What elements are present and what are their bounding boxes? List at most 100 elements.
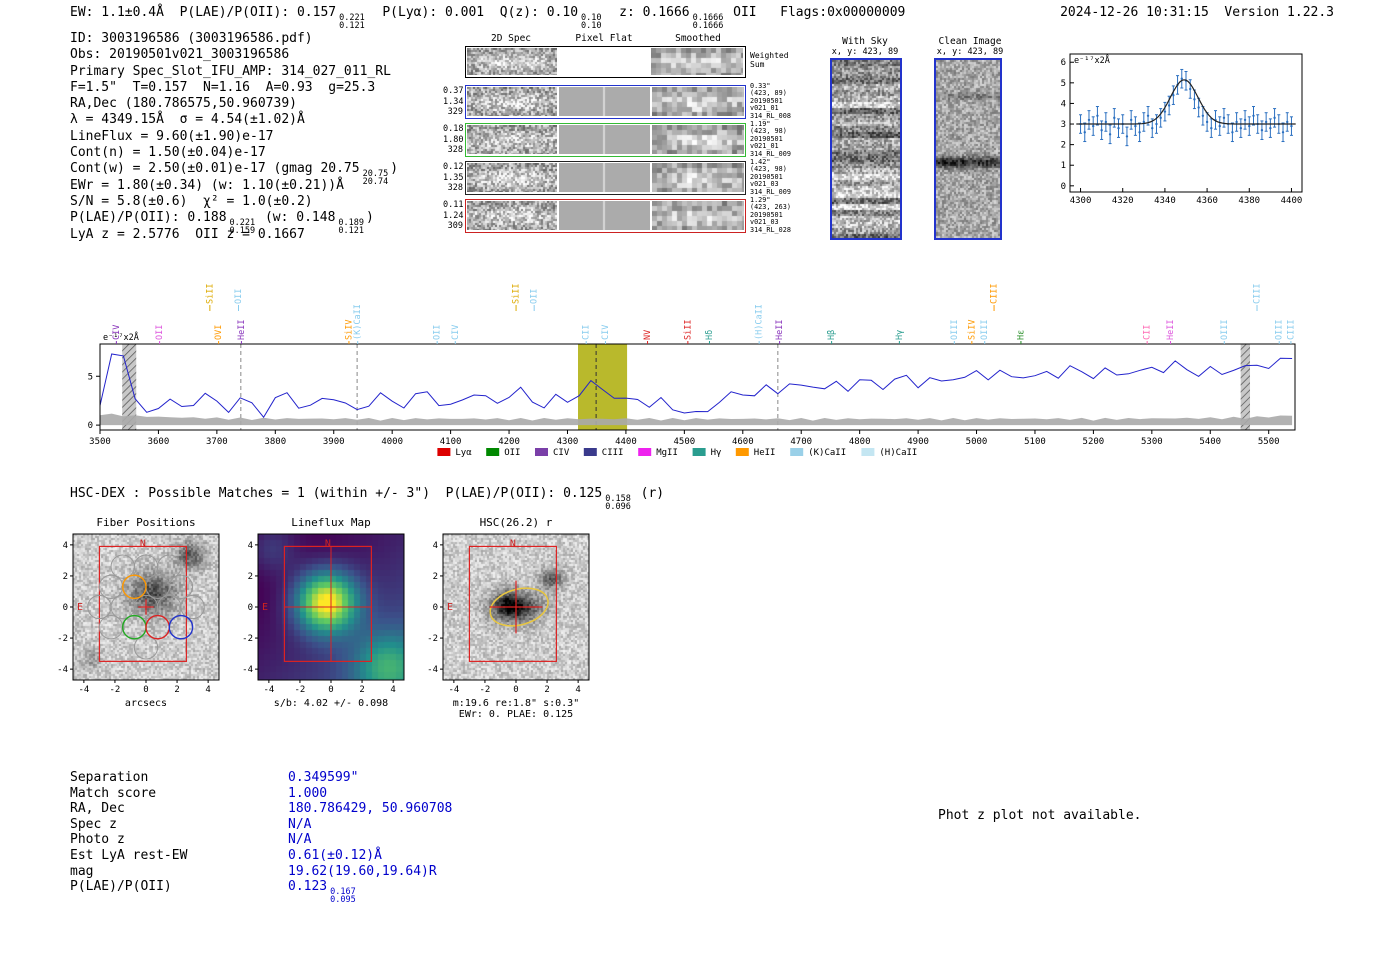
circle [1282,131,1284,133]
spec2d-col-header: Pixel Flat [559,33,649,44]
text-segment: (w: 0.148 [257,210,335,225]
circle [1210,127,1212,129]
text: 2 [63,572,68,582]
text: 4700 [790,437,812,447]
match-row: Photo zN/A [70,832,452,848]
left-label-line: 0.18 [443,124,463,135]
circle [158,555,181,578]
text: SiII [205,284,215,304]
row-pixelflat-image [559,87,650,116]
text-segment: 1.000 [288,786,327,801]
match-label: Match score [70,786,288,801]
circle [1109,133,1111,135]
cutout-overlay-1: Lineflux Map-4-4-2-2002244NEs/b: 4.02 +/… [221,512,416,724]
extraction-box [469,546,556,661]
text: 2 [174,685,179,695]
left-label-line: 329 [443,107,463,118]
match-row: RA, Dec180.786429, 50.960708 [70,801,452,817]
circle [1252,115,1254,117]
text: -4 [448,685,459,695]
text: -2 [110,685,121,695]
text: 4340 [1154,196,1176,206]
span: 0.121 [338,227,364,236]
selected-fiber-circle [123,616,146,639]
sup-sub-stack: 0.1670.095 [330,888,356,905]
timestamp-version: 2024-12-26 10:31:15 Version 1.22.3 [1060,5,1334,21]
annotation-line: 314_RL_028 [750,227,820,234]
text: (H)CaII [755,304,765,340]
annotation-line: 314_RL_009 [750,189,820,196]
masked-band [1241,344,1250,430]
sup-sub-stack: 0.100.10 [581,14,601,31]
text: 0 [328,685,333,695]
info-line: Cont(n) = 1.50(±0.04)e-17 [70,145,398,161]
text-segment: Obs: 20190501v021_3003196586 [70,47,289,62]
text: Fiber Positions [96,516,195,529]
rect [790,448,803,456]
rect [486,448,499,456]
sup-sub-stack: 0.1890.121 [338,219,364,236]
text: 5 [1061,79,1066,89]
text: 3700 [206,437,228,447]
text: 4300 [557,437,579,447]
text: Hβ [827,330,837,340]
elixer-report-page: EW: 1.1±0.4Å P(LAE)/P(OII): 0.1570.2210.… [0,0,1400,953]
text-segment: z: 0.1666 [604,5,690,20]
text: MgII [656,448,678,458]
text: HSC(26.2) r [480,516,553,529]
text: OII [234,289,244,304]
circle [146,575,169,598]
cutout-panel-2: HSC(26.2) r-4-4-2-2002244NEm:19.6 re:1.8… [406,512,601,724]
text: CII [582,325,592,340]
text: CIII [1253,284,1263,304]
text: 4 [1061,99,1066,109]
clean-image [934,58,1002,240]
text: 6 [1061,58,1066,68]
text: HeII [754,448,776,458]
spec2d-row-annotation: 0.33"(423, 89)20190501v021_01314_RL_008 [750,83,820,120]
row-smoothed-image [652,163,744,192]
left-label-line: 328 [443,183,463,194]
selected-fiber-circle [146,616,169,639]
text: 4 [390,685,395,695]
text: 4 [433,541,438,551]
info-line: S/N = 5.8(±0.6) χ² = 1.0(±0.2) [70,194,398,210]
circle [1126,135,1128,137]
text-segment: ID: 3003196586 (3003196586.pdf) [70,31,313,46]
text: 4 [575,685,580,695]
spec2d-row-strip [465,123,746,157]
text: 2 [1061,141,1066,151]
sup-sub-stack: 0.2210.121 [339,14,365,31]
row-pixelflat-image [559,125,650,154]
selected-fiber-circle [123,575,146,598]
text: 3800 [264,437,286,447]
annotation-line: 314_RL_008 [750,113,820,120]
circle [158,595,181,618]
text: SiII [512,284,522,304]
info-line: F=1.5" T=0.157 N=1.16 A=0.93 g=25.3 [70,80,398,96]
text-segment: 0.349599" [288,770,358,785]
spec2d-row-annotation: 1.19"(423, 98)20190501v021_01314_RL_009 [750,121,820,158]
text: (K)CaII [808,448,846,458]
text: 5 [88,372,93,382]
circle [1130,119,1132,121]
left-label-line: 309 [443,221,463,232]
text: 4 [248,541,253,551]
text: OIII [1220,320,1230,340]
circle [1088,119,1090,121]
text: 5100 [1024,437,1046,447]
text: CII [1143,325,1153,340]
spec2d-col-header: Smoothed [653,33,743,44]
match-label: P(LAE)/P(OII) [70,879,288,894]
info-line: Primary Spec_Slot_IFU_AMP: 314_027_011_R… [70,64,398,80]
span: 0.096 [605,503,631,512]
circle [1168,104,1170,106]
weighted-sum-strip [465,46,746,78]
circle [1223,117,1225,119]
circle [1155,123,1157,125]
text: CIII [990,284,1000,304]
match-value: 1.000 [288,786,327,801]
circle [1096,115,1098,117]
text: Hγ [895,330,905,340]
text: 0 [513,685,518,695]
